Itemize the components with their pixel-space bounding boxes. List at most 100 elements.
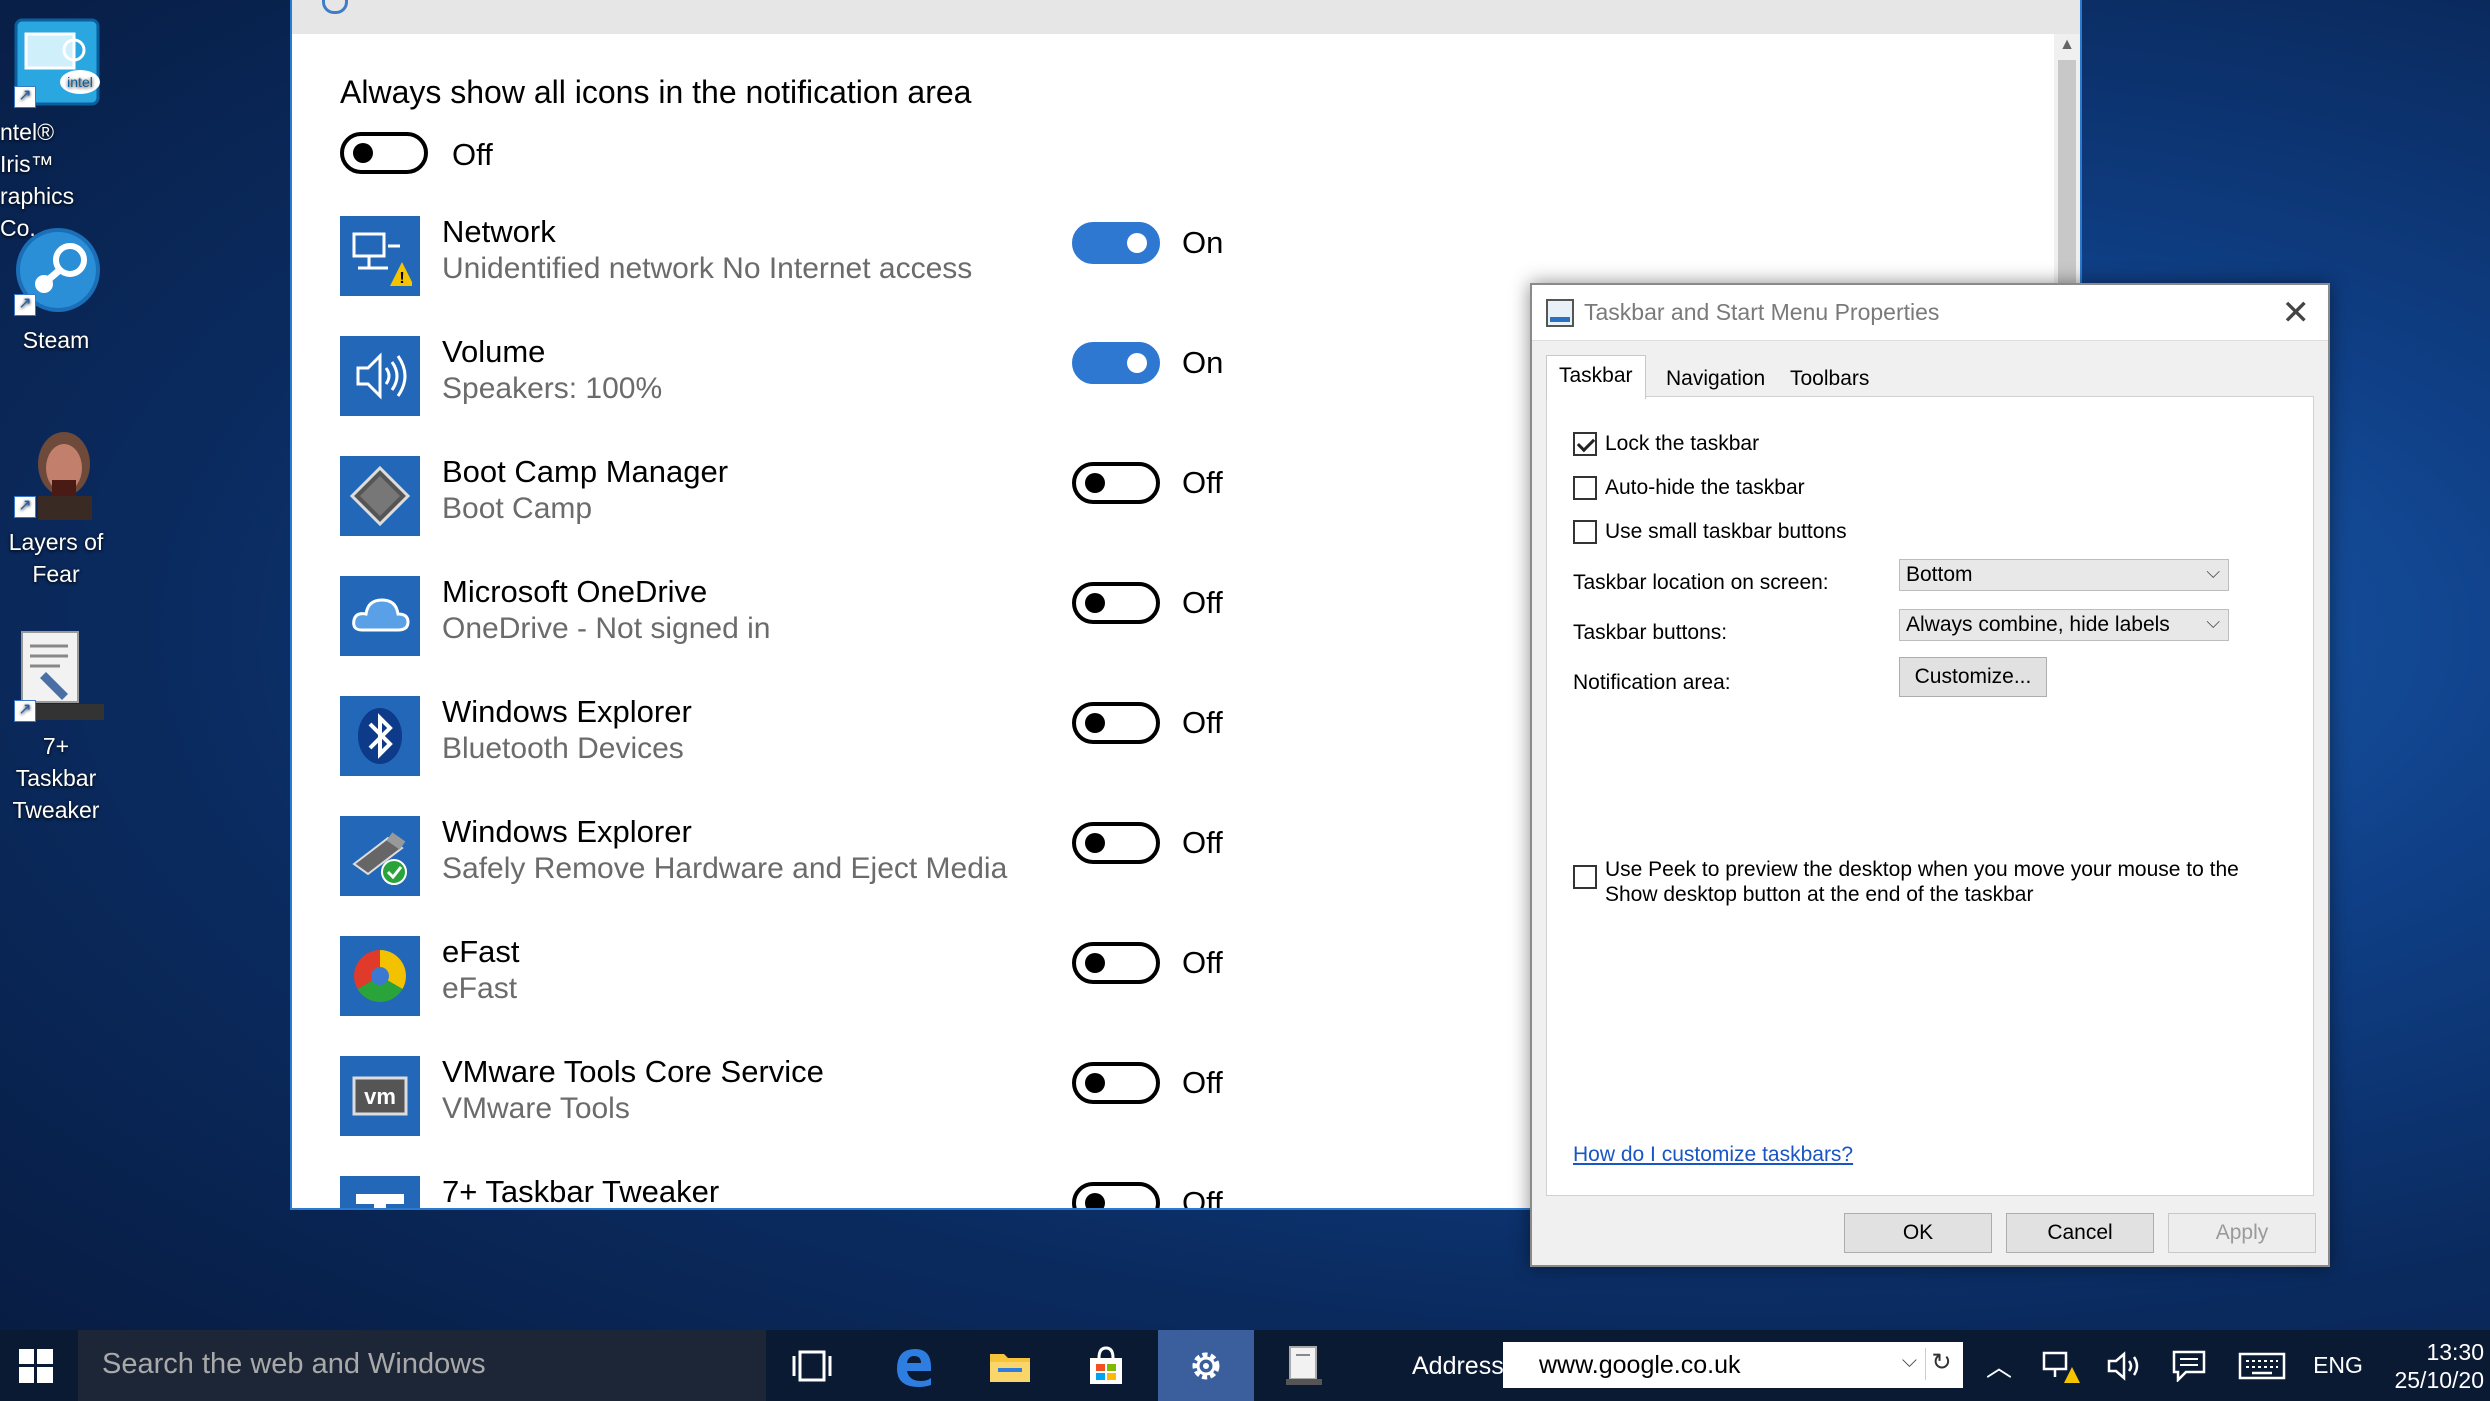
- app-name: Network: [442, 214, 556, 249]
- app-name: Boot Camp Manager: [442, 454, 729, 489]
- network-toggle[interactable]: [1072, 222, 1160, 264]
- taskbar-buttons-select[interactable]: Always combine, hide labels ⌵: [1899, 609, 2229, 641]
- scroll-up-icon[interactable]: ▲: [2054, 36, 2080, 54]
- desktop-icon-label: Steam: [22, 327, 90, 353]
- desktop-icon-layers-of-fear[interactable]: ↗ Layers of Fear: [0, 424, 112, 590]
- svg-text:!: !: [399, 270, 404, 287]
- small-buttons-option[interactable]: Use small taskbar buttons: [1573, 517, 1847, 547]
- efast-icon: [340, 936, 420, 1016]
- show-hidden-icons-button[interactable]: ︿: [1976, 1330, 2022, 1401]
- safely-remove-toggle[interactable]: [1072, 822, 1160, 864]
- app-row-network: ! Network Unidentified network No Intern…: [340, 210, 1340, 300]
- taskbar-properties-icon: [1546, 299, 1574, 327]
- store-icon: [1090, 1345, 1122, 1384]
- chevron-up-icon: ︿: [1985, 1352, 2012, 1382]
- toggle-state-label: Off: [1182, 945, 1223, 980]
- location-select[interactable]: Bottom ⌵: [1899, 559, 2229, 591]
- dialog-title: Taskbar and Start Menu Properties: [1584, 299, 1940, 325]
- app-description: eFast: [442, 972, 518, 1005]
- tab-navigation[interactable]: Navigation: [1654, 361, 1777, 397]
- app-name: VMware Tools Core Service: [442, 1054, 824, 1089]
- app-name: Windows Explorer: [442, 814, 692, 849]
- app-row-vmware: vm VMware Tools Core Service VMware Tool…: [340, 1050, 1340, 1140]
- scroll-thumb[interactable]: [2058, 60, 2076, 320]
- toggle-knob: [1085, 953, 1105, 973]
- network-warning-icon: [2042, 1351, 2080, 1383]
- desktop-icon-label: ntel® Iris™: [0, 119, 55, 177]
- toggle-state-label: Off: [1182, 825, 1223, 860]
- ok-button[interactable]: OK: [1844, 1213, 1992, 1253]
- desktop-icon-taskbar-tweaker[interactable]: ↗ 7+ Taskbar Tweaker: [0, 628, 114, 826]
- clock[interactable]: 13:30 25/10/20: [2384, 1338, 2484, 1394]
- volume-toggle[interactable]: [1072, 342, 1160, 384]
- auto-hide-label: Auto-hide the taskbar: [1605, 476, 1805, 499]
- small-buttons-label: Use small taskbar buttons: [1605, 520, 1847, 543]
- always-show-toggle[interactable]: [340, 132, 428, 174]
- volume-tray-icon[interactable]: [2102, 1330, 2148, 1401]
- settings-taskbar-button[interactable]: [1158, 1330, 1254, 1401]
- address-input[interactable]: www.google.co.uk ⌵ ↻: [1503, 1342, 1963, 1388]
- network-tray-icon[interactable]: [2038, 1330, 2084, 1401]
- customize-help-link[interactable]: How do I customize taskbars?: [1573, 1143, 1853, 1167]
- input-language-indicator[interactable]: ENG: [2308, 1330, 2368, 1401]
- store-button[interactable]: [1058, 1330, 1154, 1401]
- close-icon[interactable]: ✕: [2282, 293, 2311, 333]
- file-explorer-button[interactable]: [962, 1330, 1058, 1401]
- taskbar-tweaker-toggle[interactable]: [1072, 1182, 1160, 1208]
- auto-hide-option[interactable]: Auto-hide the taskbar: [1573, 473, 1805, 503]
- small-buttons-checkbox[interactable]: [1573, 520, 1597, 544]
- apply-button[interactable]: Apply: [2168, 1213, 2316, 1253]
- taskbar-tab-panel: Lock the taskbar Auto-hide the taskbar U…: [1546, 396, 2314, 1196]
- toggle-knob: [353, 143, 373, 163]
- app-name: Windows Explorer: [442, 694, 692, 729]
- taskbar-properties-icon: [1286, 1345, 1322, 1385]
- dialog-title-bar[interactable]: Taskbar and Start Menu Properties ✕: [1532, 285, 2328, 341]
- cancel-button[interactable]: Cancel: [2006, 1213, 2154, 1253]
- taskbar: Search the web and Windows Address www.g…: [0, 1330, 2490, 1401]
- shortcut-arrow-icon: ↗: [14, 86, 36, 108]
- desktop-icon-intel-graphics[interactable]: intel ↗ ntel® Iris™ raphics Co...: [0, 14, 112, 244]
- toggle-state-label: Off: [1182, 585, 1223, 620]
- app-description: VMware Tools: [442, 1092, 630, 1125]
- vmware-toggle[interactable]: [1072, 1062, 1160, 1104]
- boot-camp-toggle[interactable]: [1072, 462, 1160, 504]
- usb-eject-icon: [340, 816, 420, 896]
- windows-logo-icon: [19, 1348, 53, 1383]
- chevron-down-icon[interactable]: ⌵: [1902, 1350, 1917, 1373]
- location-value: Bottom: [1906, 563, 1973, 586]
- action-center-button[interactable]: [2166, 1330, 2212, 1401]
- bootcamp-diamond-icon: [340, 456, 420, 536]
- search-box[interactable]: Search the web and Windows: [78, 1330, 766, 1401]
- desktop-icon-label: Fear: [32, 561, 80, 587]
- toggle-knob: [1085, 713, 1105, 733]
- toggle-knob: [1085, 593, 1105, 613]
- start-button[interactable]: [0, 1330, 72, 1401]
- customize-button[interactable]: Customize...: [1899, 657, 2047, 697]
- peek-option[interactable]: Use Peek to preview the desktop when you…: [1573, 857, 2273, 907]
- touch-keyboard-button[interactable]: [2234, 1330, 2290, 1401]
- toggle-knob: [1127, 353, 1147, 373]
- app-description: Speakers: 100%: [442, 372, 663, 405]
- desktop-icon-steam[interactable]: ↗ Steam: [0, 222, 112, 356]
- refresh-icon[interactable]: ↻: [1925, 1348, 1957, 1380]
- shortcut-arrow-icon: ↗: [14, 700, 36, 722]
- task-view-button[interactable]: [764, 1330, 860, 1401]
- address-value: www.google.co.uk: [1539, 1351, 1741, 1379]
- toggle-state-label: Off: [1182, 1065, 1223, 1100]
- lock-taskbar-checkbox[interactable]: [1573, 432, 1597, 456]
- auto-hide-checkbox[interactable]: [1573, 476, 1597, 500]
- efast-toggle[interactable]: [1072, 942, 1160, 984]
- bluetooth-toggle[interactable]: [1072, 702, 1160, 744]
- onedrive-toggle[interactable]: [1072, 582, 1160, 624]
- notification-area-label: Notification area:: [1573, 671, 1731, 694]
- peek-checkbox[interactable]: [1573, 865, 1597, 889]
- svg-text:intel: intel: [67, 74, 93, 90]
- lock-taskbar-option[interactable]: Lock the taskbar: [1573, 429, 1759, 459]
- app-description: Bluetooth Devices: [442, 732, 684, 765]
- taskbar-properties-taskbar-button[interactable]: [1256, 1330, 1352, 1401]
- desktop-icon-label: Tweaker: [12, 797, 100, 823]
- tab-toolbars[interactable]: Toolbars: [1778, 361, 1881, 397]
- edge-button[interactable]: [866, 1330, 962, 1401]
- tab-taskbar[interactable]: Taskbar: [1546, 355, 1646, 399]
- folder-icon: [990, 1353, 1030, 1382]
